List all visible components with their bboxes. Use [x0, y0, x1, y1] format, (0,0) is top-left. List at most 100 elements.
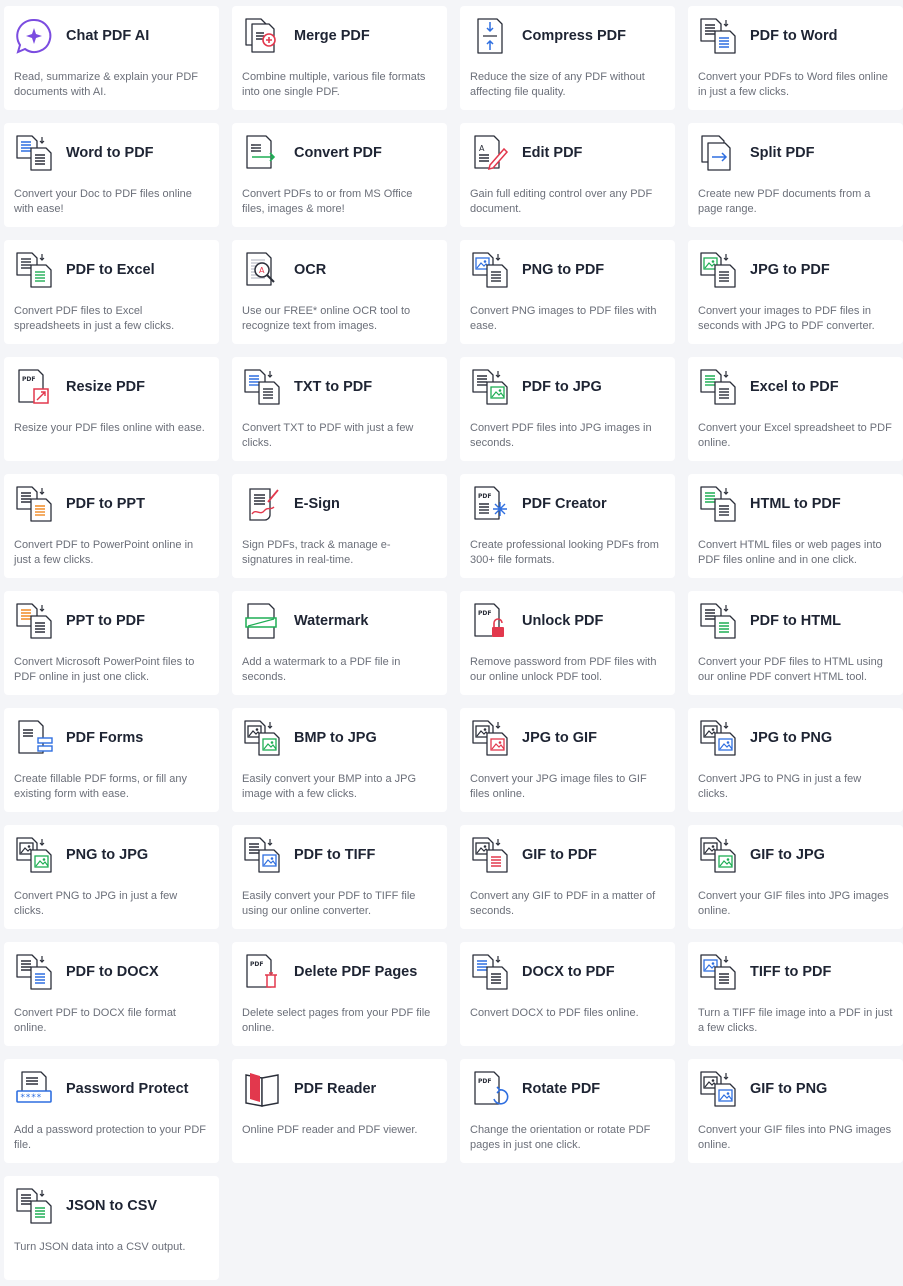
- tool-description: Convert your Excel spreadsheet to PDF on…: [698, 422, 892, 449]
- tool-card-gif-to-pdf[interactable]: GIF to PDF Convert any GIF to PDF in a m…: [460, 825, 675, 929]
- tool-title: PDF to HTML: [750, 613, 842, 629]
- watermark-icon: [242, 601, 284, 641]
- tool-card-pdf-to-html[interactable]: PDF to HTML Convert your PDF files to HT…: [688, 591, 903, 695]
- tool-card-png-to-jpg[interactable]: PNG to JPG Convert PNG to JPG in just a …: [4, 825, 219, 929]
- tool-title: Merge PDF: [294, 28, 370, 44]
- tool-title: PDF Forms: [66, 730, 144, 746]
- tool-title: GIF to JPG: [750, 847, 825, 863]
- card-header: PDF Forms: [14, 718, 209, 758]
- tool-card-tiff-to-pdf[interactable]: TIFF to PDF Turn a TIFF file image into …: [688, 942, 903, 1046]
- tool-card-docx-to-pdf[interactable]: DOCX to PDF Convert DOCX to PDF files on…: [460, 942, 675, 1046]
- tool-card-merge-pdf[interactable]: Merge PDF Combine multiple, various file…: [232, 6, 447, 110]
- tool-description: Resize your PDF files online with ease.: [14, 422, 205, 434]
- tool-description: Convert your JPG image files to GIF file…: [470, 773, 647, 800]
- card-header: PPT to PDF: [14, 601, 209, 641]
- gif-to-jpg-icon: [698, 835, 740, 875]
- tool-card-pdf-to-docx[interactable]: PDF to DOCX Convert PDF to DOCX file for…: [4, 942, 219, 1046]
- tool-title: DOCX to PDF: [522, 964, 615, 980]
- forms-icon: [14, 718, 56, 758]
- tool-card-password-protect[interactable]: **** Password Protect Add a password pro…: [4, 1059, 219, 1163]
- tool-card-e-sign[interactable]: E-Sign Sign PDFs, track & manage e-signa…: [232, 474, 447, 578]
- tool-card-chat-pdf-ai[interactable]: Chat PDF AI Read, summarize & explain yo…: [4, 6, 219, 110]
- tool-title: PNG to JPG: [66, 847, 149, 863]
- tool-card-edit-pdf[interactable]: A Edit PDF Gain full editing control ove…: [460, 123, 675, 227]
- tool-title: Edit PDF: [522, 145, 583, 161]
- tool-card-pdf-creator[interactable]: PDF PDF Creator Create professional look…: [460, 474, 675, 578]
- ocr-icon: A: [242, 250, 284, 290]
- card-header: Word to PDF: [14, 133, 209, 173]
- tool-title: GIF to PNG: [750, 1081, 828, 1097]
- docx-to-pdf-icon: [470, 952, 512, 992]
- svg-text:PDF: PDF: [250, 961, 263, 968]
- tool-title: JPG to PNG: [750, 730, 833, 746]
- tool-description: Convert your GIF files into PNG images o…: [698, 1124, 892, 1151]
- password-icon: ****: [14, 1069, 56, 1109]
- tool-description: Convert PDF files into JPG images in sec…: [470, 422, 652, 449]
- svg-text:A: A: [479, 144, 485, 153]
- tool-title: PDF to TIFF: [294, 847, 376, 863]
- tool-card-split-pdf[interactable]: Split PDF Create new PDF documents from …: [688, 123, 903, 227]
- tool-description: Create professional looking PDFs from 30…: [470, 539, 659, 566]
- tool-title: Chat PDF AI: [66, 28, 150, 44]
- tool-card-pdf-to-tiff[interactable]: PDF to TIFF Easily convert your PDF to T…: [232, 825, 447, 929]
- tool-card-bmp-to-jpg[interactable]: BMP to JPG Easily convert your BMP into …: [232, 708, 447, 812]
- card-header: Merge PDF: [242, 16, 437, 56]
- tool-card-ocr[interactable]: A OCR Use our FREE* online OCR tool to r…: [232, 240, 447, 344]
- tool-title: Word to PDF: [66, 145, 154, 161]
- tool-card-ppt-to-pdf[interactable]: PPT to PDF Convert Microsoft PowerPoint …: [4, 591, 219, 695]
- tool-card-pdf-to-word[interactable]: PDF to Word Convert your PDFs to Word fi…: [688, 6, 903, 110]
- tool-description: Turn JSON data into a CSV output.: [14, 1241, 186, 1253]
- svg-text:A: A: [259, 266, 265, 275]
- tool-description: Convert HTML files or web pages into PDF…: [698, 539, 882, 566]
- tool-card-word-to-pdf[interactable]: Word to PDF Convert your Doc to PDF file…: [4, 123, 219, 227]
- tool-card-resize-pdf[interactable]: PDF Resize PDF Resize your PDF files onl…: [4, 357, 219, 461]
- card-header: PDF PDF Creator: [470, 484, 665, 524]
- tool-card-watermark[interactable]: Watermark Add a watermark to a PDF file …: [232, 591, 447, 695]
- tool-card-pdf-forms[interactable]: PDF Forms Create fillable PDF forms, or …: [4, 708, 219, 812]
- tool-description: Convert PDF to PowerPoint online in just…: [14, 539, 194, 566]
- tool-card-pdf-to-ppt[interactable]: PDF to PPT Convert PDF to PowerPoint onl…: [4, 474, 219, 578]
- tool-card-jpg-to-pdf[interactable]: JPG to PDF Convert your images to PDF fi…: [688, 240, 903, 344]
- tool-description: Change the orientation or rotate PDF pag…: [470, 1124, 651, 1151]
- tool-card-pdf-to-excel[interactable]: PDF to Excel Convert PDF files to Excel …: [4, 240, 219, 344]
- tool-title: Compress PDF: [522, 28, 626, 44]
- tool-title: TIFF to PDF: [750, 964, 832, 980]
- tool-card-unlock-pdf[interactable]: PDF Unlock PDF Remove password from PDF …: [460, 591, 675, 695]
- compress-icon: [470, 16, 512, 56]
- tool-card-json-to-csv[interactable]: JSON to CSV Turn JSON data into a CSV ou…: [4, 1176, 219, 1280]
- card-header: PDF to Word: [698, 16, 893, 56]
- tool-description: Convert PNG to JPG in just a few clicks.: [14, 890, 178, 917]
- tool-description: Convert your GIF files into JPG images o…: [698, 890, 889, 917]
- tool-description: Online PDF reader and PDF viewer.: [242, 1124, 418, 1136]
- card-header: E-Sign: [242, 484, 437, 524]
- tool-card-excel-to-pdf[interactable]: Excel to PDF Convert your Excel spreadsh…: [688, 357, 903, 461]
- card-header: Excel to PDF: [698, 367, 893, 407]
- tool-card-jpg-to-gif[interactable]: JPG to GIF Convert your JPG image files …: [460, 708, 675, 812]
- rotate-icon: PDF: [470, 1069, 512, 1109]
- tool-description: Delete select pages from your PDF file o…: [242, 1007, 431, 1034]
- card-header: TIFF to PDF: [698, 952, 893, 992]
- tool-description: Convert your images to PDF files in seco…: [698, 305, 875, 332]
- pdf-to-html-icon: [698, 601, 740, 641]
- tool-card-jpg-to-png[interactable]: JPG to PNG Convert JPG to PNG in just a …: [688, 708, 903, 812]
- tool-card-convert-pdf[interactable]: Convert PDF Convert PDFs to or from MS O…: [232, 123, 447, 227]
- tool-card-pdf-reader[interactable]: PDF Reader Online PDF reader and PDF vie…: [232, 1059, 447, 1163]
- tool-card-pdf-to-jpg[interactable]: PDF to JPG Convert PDF files into JPG im…: [460, 357, 675, 461]
- tool-card-rotate-pdf[interactable]: PDF Rotate PDF Change the orientation or…: [460, 1059, 675, 1163]
- card-header: PDF to HTML: [698, 601, 893, 641]
- tool-title: Convert PDF: [294, 145, 382, 161]
- gif-to-png-icon: [698, 1069, 740, 1109]
- tool-card-delete-pdf-pages[interactable]: PDF Delete PDF Pages Delete select pages…: [232, 942, 447, 1046]
- pdf-to-word-icon: [698, 16, 740, 56]
- card-header: PDF to JPG: [470, 367, 665, 407]
- tool-card-html-to-pdf[interactable]: HTML to PDF Convert HTML files or web pa…: [688, 474, 903, 578]
- unlock-icon: PDF: [470, 601, 512, 641]
- tool-card-png-to-pdf[interactable]: PNG to PDF Convert PNG images to PDF fil…: [460, 240, 675, 344]
- tool-card-txt-to-pdf[interactable]: TXT to PDF Convert TXT to PDF with just …: [232, 357, 447, 461]
- tool-description: Remove password from PDF files with our …: [470, 656, 657, 683]
- tool-card-compress-pdf[interactable]: Compress PDF Reduce the size of any PDF …: [460, 6, 675, 110]
- tool-card-gif-to-png[interactable]: GIF to PNG Convert your GIF files into P…: [688, 1059, 903, 1163]
- card-header: PDF Unlock PDF: [470, 601, 665, 641]
- tool-card-gif-to-jpg[interactable]: GIF to JPG Convert your GIF files into J…: [688, 825, 903, 929]
- svg-text:PDF: PDF: [478, 493, 491, 500]
